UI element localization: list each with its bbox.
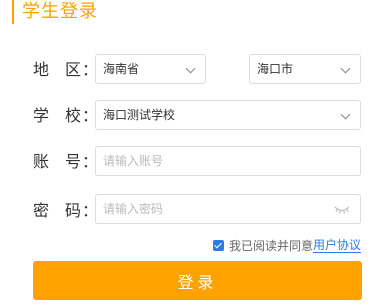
chevron-down-icon [185,63,196,74]
agreement-text: 我已阅读并同意 [228,238,313,253]
page-title-text: 学生登录 [22,1,98,22]
password-label-suffix: 码： [65,201,100,220]
password-input[interactable] [96,195,360,223]
page-title: 学生登录 [12,0,98,24]
password-label: 密码： [33,197,99,221]
account-label-suffix: 号： [65,152,100,171]
school-select[interactable]: 海口测试学校 [95,100,361,130]
agreement-row: 我已阅读并同意 用户协议 [212,237,361,253]
eye-closed-icon[interactable] [334,205,350,215]
password-label-char: 密 [33,201,51,220]
account-input[interactable] [96,147,360,175]
user-agreement-link[interactable]: 用户协议 [312,238,361,253]
school-label-suffix: 校： [65,106,100,125]
school-select-value: 海口测试学校 [103,108,176,122]
province-select[interactable]: 海南省 [95,54,206,84]
city-select[interactable]: 海口市 [249,54,361,84]
account-label: 账号： [33,148,99,172]
region-label: 地区： [33,56,99,80]
city-select-value: 海口市 [257,62,294,76]
region-label-suffix: 区： [65,60,100,79]
school-label: 学校： [33,102,99,126]
province-select-value: 海南省 [103,62,140,76]
school-label-char: 学 [33,106,51,125]
account-field-wrapper [95,146,361,176]
agreement-checkbox[interactable] [212,239,224,251]
region-label-char: 地 [33,60,51,79]
chevron-down-icon [340,109,351,120]
password-field-wrapper [95,194,361,224]
chevron-down-icon [340,63,351,74]
account-label-char: 账 [33,152,51,171]
login-button[interactable]: 登录 [33,261,362,300]
